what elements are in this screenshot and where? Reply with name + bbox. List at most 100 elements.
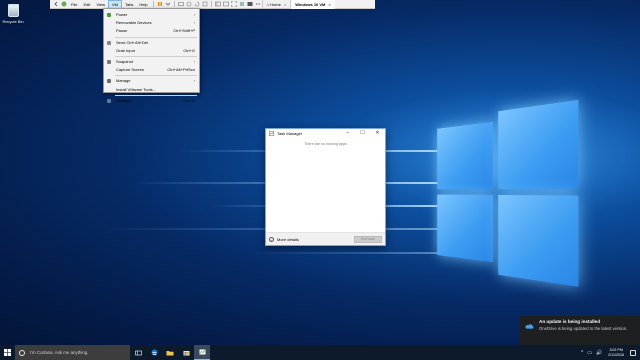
stretch-guest-icon[interactable] (255, 1, 261, 7)
thumbnail-bar-icon[interactable] (222, 1, 229, 7)
task-view-button[interactable] (130, 345, 146, 360)
end-task-button[interactable]: End task (354, 235, 382, 243)
menu-item-label: Snapshot (116, 58, 133, 64)
tab-vm-label: Windows 10 VM (295, 1, 326, 7)
search-placeholder: I'm Cortana. Ask me anything. (30, 350, 89, 355)
action-center-icon[interactable] (630, 349, 636, 356)
menu-separator (115, 94, 197, 96)
windows-start-icon (4, 349, 11, 356)
menu-item-removable-devices[interactable]: Removable Devices › (104, 19, 199, 27)
clock-date: 2/11/2016 (608, 352, 624, 357)
snapshot-icon[interactable] (186, 1, 192, 7)
menu-item-pause[interactable]: Pause Ctrl+Shift+P (104, 27, 199, 35)
recycle-bin-icon (7, 4, 19, 17)
chevron-down-icon: ⌄ (269, 236, 274, 242)
logo-pane (437, 194, 494, 263)
recycle-bin-label: Recycle Bin (2, 19, 24, 24)
taskbar-task-manager[interactable] (194, 345, 210, 360)
submenu-arrow-icon: › (193, 78, 195, 84)
taskbar-store[interactable] (178, 345, 194, 360)
back-arrow-icon[interactable] (53, 1, 59, 7)
tab-home[interactable]: ⌂ Home × (261, 0, 291, 9)
menu-file[interactable]: File (68, 0, 80, 9)
cortana-icon (19, 349, 25, 356)
volume-icon[interactable]: 🔊 (596, 350, 602, 356)
snapshot-manager-icon[interactable] (202, 1, 208, 7)
windows-logo-wallpaper (437, 94, 581, 288)
clock[interactable]: 3:02 PM 2/11/2016 (608, 348, 624, 357)
revert-icon[interactable] (194, 1, 200, 7)
submenu-arrow-icon: › (193, 12, 195, 17)
vm-dropdown-menu: Power › Removable Devices › Pause Ctrl+S… (103, 8, 200, 103)
light-beam (250, 252, 450, 254)
network-icon[interactable]: ▭ (587, 350, 592, 356)
recycle-bin-desktop-icon[interactable]: Recycle Bin (2, 4, 24, 24)
vmware-logo-icon (61, 1, 67, 7)
dropdown-icon[interactable] (165, 1, 171, 7)
fullscreen-icon[interactable] (230, 1, 237, 7)
system-tray: ^ ▭ 🔊 3:02 PM 2/11/2016 (579, 345, 640, 360)
task-view-icon (134, 350, 142, 355)
logo-pane (437, 121, 494, 190)
tab-home-label: Home (270, 1, 281, 7)
taskbar-edge[interactable] (146, 345, 162, 360)
task-manager-window: Task Manager – ☐ ✕ There are no running … (265, 128, 386, 246)
sidebar-toggle-icon[interactable] (214, 1, 221, 7)
menu-item-grab-input[interactable]: Grab Input Ctrl+G (104, 47, 199, 55)
menu-item-capture-screen[interactable]: Capture Screen Ctrl+Alt+PrtScn (104, 66, 199, 74)
menu-item-label: Grab Input (116, 47, 135, 53)
logo-pane (498, 194, 579, 287)
menu-edit[interactable]: Edit (80, 0, 93, 9)
menu-item-label: Capture Screen (116, 67, 145, 73)
keyboard-icon (107, 40, 111, 45)
clock-time: 3:02 PM (609, 348, 623, 353)
menu-item-manage[interactable]: Manage › (104, 77, 199, 85)
tab-windows-10-vm[interactable]: Windows 10 VM × (290, 0, 335, 9)
toolbar-divider (210, 1, 212, 7)
task-manager-titlebar[interactable]: Task Manager – ☐ ✕ (266, 129, 385, 138)
close-button[interactable]: ✕ (370, 129, 385, 138)
toast-title: An update is being installed (539, 319, 601, 324)
menu-item-label: Manage (116, 78, 131, 84)
settings-icon (107, 98, 111, 103)
menu-item-label: Install VMware Tools... (116, 86, 156, 92)
pause-icon[interactable] (157, 1, 163, 7)
show-hidden-icons-icon[interactable]: ^ (581, 350, 583, 356)
menu-item-label: Settings... (116, 97, 134, 103)
menu-item-shortcut: Ctrl+G (183, 47, 195, 53)
menu-separator (115, 36, 197, 38)
more-details-label: More details (277, 236, 299, 242)
send-keys-icon[interactable] (177, 1, 184, 7)
menu-item-send-ctrl-alt-del[interactable]: Send Ctrl+Alt+Del (104, 39, 199, 47)
taskbar-file-explorer[interactable] (162, 345, 178, 360)
update-notification-toast[interactable]: An update is being installed OneDrive is… (520, 316, 640, 345)
toolbar-divider (173, 1, 175, 7)
menu-item-snapshot[interactable]: Snapshot › (104, 58, 199, 66)
menu-item-label: Pause (116, 28, 128, 34)
toolbar-divider (152, 1, 154, 7)
wrench-icon (107, 79, 111, 84)
cortana-search-box[interactable]: I'm Cortana. Ask me anything. (15, 345, 130, 360)
logo-pane (498, 99, 579, 190)
onedrive-cloud-icon (525, 324, 534, 329)
window-title: Task Manager (277, 131, 303, 136)
menu-item-power[interactable]: Power › (104, 11, 199, 19)
submenu-arrow-icon: › (193, 58, 195, 64)
store-icon (183, 351, 189, 356)
maximize-button[interactable]: ☐ (355, 129, 370, 138)
submenu-arrow-icon: › (193, 20, 195, 26)
menu-item-label: Send Ctrl+Alt+Del (116, 39, 149, 45)
menu-item-label: Power (116, 12, 128, 17)
console-view-icon[interactable] (247, 1, 253, 7)
minimize-button[interactable]: – (340, 129, 355, 138)
unity-icon[interactable] (239, 1, 245, 7)
start-button[interactable] (0, 345, 15, 360)
menu-item-settings[interactable]: Settings... Ctrl+D (104, 97, 199, 105)
vmware-toolbar: File Edit View VM Tabs Help ⌂ Home × Wind… (50, 0, 375, 9)
empty-state-message: There are no running apps (304, 142, 347, 146)
close-icon[interactable]: × (284, 2, 286, 7)
close-icon[interactable]: × (328, 2, 330, 7)
menu-item-install-vmware-tools[interactable]: Install VMware Tools... (104, 86, 199, 94)
more-details-toggle[interactable]: ⌄ More details (269, 236, 354, 242)
menu-item-shortcut: Ctrl+D (183, 97, 195, 103)
